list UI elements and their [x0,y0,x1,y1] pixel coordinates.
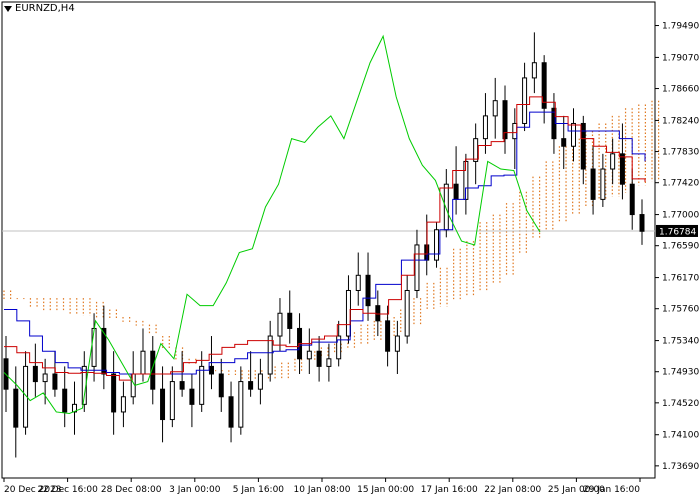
candle-body [590,168,596,200]
candle-body [140,350,146,375]
y-tick-label: 1.75340 [662,337,699,347]
candle-body [434,229,440,261]
candle-body [600,168,606,200]
candle-body [512,122,518,140]
candle-body [13,388,19,428]
y-tick-label: 1.74100 [662,431,699,441]
candle-body [571,122,577,147]
candle-body [32,365,38,383]
candle-body [326,358,332,367]
y-tick-label: 1.79490 [662,22,699,32]
candle-body [443,183,449,231]
current-price-label: 1.76784 [659,227,696,237]
candle-body [316,350,322,367]
candle-body [218,373,224,398]
candle-body [267,335,273,375]
candle-body [394,335,400,352]
candle-body [522,77,528,124]
x-tick-label: 22 Jan 08:00 [484,485,541,495]
candle-body [287,312,293,329]
candle-body [91,327,97,367]
y-tick-label: 1.78240 [662,116,699,126]
candle-body [610,153,616,170]
y-tick-label: 1.77000 [662,211,699,221]
candle-body [385,320,391,352]
x-tick-label: 29 Jan 16:00 [583,485,640,495]
candle-body [257,373,263,390]
candle-body [453,183,459,200]
candle-body [111,373,117,413]
candle-body [199,365,205,405]
candle-body [248,381,254,390]
x-tick-label: 17 Jan 16:00 [421,485,478,495]
candle-body [482,115,488,140]
x-tick-label: 5 Jan 16:00 [233,485,285,495]
price-chart-svg: 1.79490 1.79070 1.78660 1.78240 1.77830 1.774… [1,1,699,495]
y-tick-label: 1.73690 [662,462,699,472]
candle-body [414,244,420,291]
candle-body [169,381,175,421]
candle-body [639,214,645,232]
y-tick-label: 1.74930 [662,368,699,378]
candle-body [62,388,68,413]
y-tick-label: 1.76170 [662,274,699,284]
candle-body [306,350,312,360]
symbol-timeframe-label: EURNZD,H4 [15,3,75,14]
x-tick-label: 15 Jan 00:00 [357,485,414,495]
candle-body [561,138,567,147]
y-tick-label: 1.76590 [662,242,699,252]
candle-body [160,388,166,421]
y-tick-label: 1.74520 [662,399,699,409]
candle-body [580,122,586,170]
y-tick-label: 1.75760 [662,305,699,315]
x-tick-label: 28 Dec 08:00 [101,485,162,495]
candle-body [375,305,381,322]
candle-body [365,274,371,307]
y-tick-label: 1.77420 [662,179,699,189]
dropdown-triangle-icon[interactable] [4,5,12,12]
candle-body [179,381,185,390]
plot-frame [1,1,656,479]
x-tick-label: 22 Dec 16:00 [37,485,98,495]
candle-body [228,396,234,428]
candle-body [473,138,479,162]
y-tick-label: 1.77830 [662,148,699,158]
candle-body [120,396,126,413]
candle-body [619,153,625,185]
candle-body [404,289,410,337]
candle-body [531,62,537,79]
candle-body [208,365,214,375]
chart: EURNZD,H4 1.79490 1.79070 1.78660 1.78240 1.… [0,0,700,500]
y-tick-label: 1.78660 [662,85,699,95]
candle-body [277,312,283,337]
candle-body [189,388,195,405]
candle-body [238,381,244,428]
candle-body [52,373,58,390]
x-tick-label: 3 Jan 00:00 [169,485,221,495]
candle-body [355,274,361,291]
chart-title: EURNZD,H4 [4,3,75,14]
candle-body [42,373,48,383]
candle-body [492,100,498,117]
y-tick-label: 1.79070 [662,53,699,63]
candle-body [629,183,635,216]
x-tick-label: 10 Jan 08:00 [294,485,351,495]
